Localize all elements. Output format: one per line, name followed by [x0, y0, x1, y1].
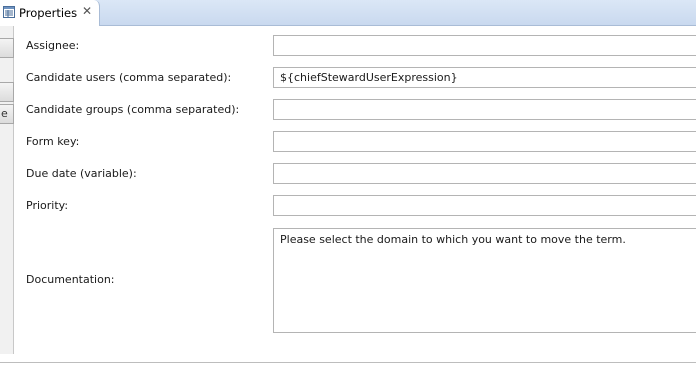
- form-key-label: Form key:: [26, 135, 80, 148]
- due-date-label: Due date (variable):: [26, 167, 137, 180]
- view-tab-bar: Properties ✕: [0, 0, 696, 26]
- priority-label: Priority:: [26, 199, 69, 212]
- left-panel-strip: e: [0, 26, 14, 354]
- due-date-field[interactable]: [273, 163, 696, 184]
- candidate-groups-field[interactable]: [273, 99, 696, 120]
- strip-button-3[interactable]: e: [0, 104, 14, 124]
- candidate-users-label: Candidate users (comma separated):: [26, 71, 232, 84]
- tab-label: Properties: [19, 6, 78, 20]
- documentation-textarea[interactable]: Please select the domain to which you wa…: [273, 228, 696, 333]
- form-key-field[interactable]: [273, 131, 696, 152]
- assignee-field[interactable]: [273, 35, 696, 56]
- bottom-divider: [0, 362, 696, 363]
- candidate-users-field[interactable]: ${chiefStewardUserExpression}: [273, 67, 696, 88]
- properties-icon: [3, 6, 15, 18]
- strip-button-2[interactable]: [0, 82, 14, 102]
- tab-properties[interactable]: Properties ✕: [0, 0, 100, 26]
- strip-button-3-label: e: [1, 107, 8, 120]
- priority-field[interactable]: [273, 195, 696, 216]
- close-icon[interactable]: ✕: [81, 4, 93, 18]
- documentation-label: Documentation:: [26, 273, 115, 286]
- candidate-groups-label: Candidate groups (comma separated):: [26, 103, 240, 116]
- strip-button-1[interactable]: [0, 38, 14, 58]
- assignee-label: Assignee:: [26, 39, 80, 52]
